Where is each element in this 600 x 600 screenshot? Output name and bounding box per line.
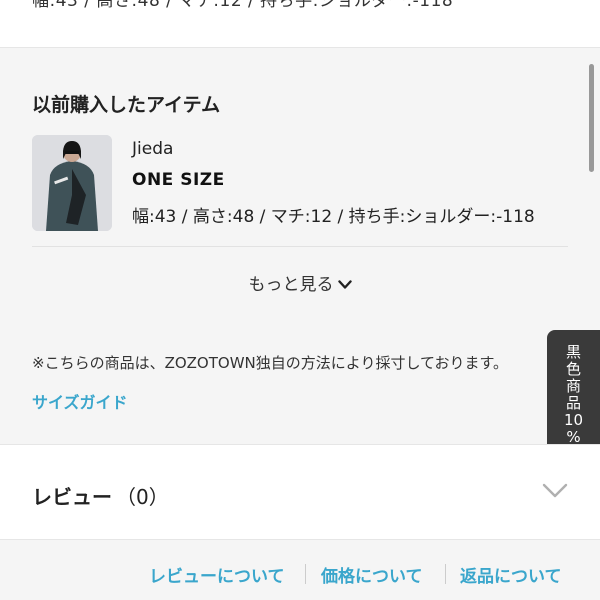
- review-label: レビュー: [32, 485, 112, 509]
- review-section[interactable]: レビュー （0）: [0, 444, 600, 540]
- previous-size-row: 幅:43 / 高さ:48 / マチ:12 / 持ち手:ショルダー:-118: [0, 0, 600, 48]
- show-more-button[interactable]: もっと見る: [0, 270, 600, 295]
- divider: [305, 564, 306, 584]
- footer-links: レビューについて 価格について 返品について: [0, 562, 600, 587]
- review-title: レビュー （0）: [32, 481, 169, 510]
- badge-char: 10: [563, 411, 584, 429]
- item-dimensions: 幅:43 / 高さ:48 / マチ:12 / 持ち手:ショルダー:-118: [132, 207, 535, 227]
- review-info-link[interactable]: レビューについて: [149, 562, 285, 587]
- return-info-link[interactable]: 返品について: [460, 562, 562, 587]
- size-guide-link[interactable]: サイズガイド: [32, 389, 128, 413]
- badge-char: 黒: [565, 343, 581, 361]
- chevron-down-icon: [337, 275, 352, 295]
- item-size: ONE SIZE: [132, 170, 225, 190]
- measurement-note: ※こちらの商品は、ZOZOTOWN独自の方法により採寸しております。: [32, 354, 509, 372]
- badge-char: 色: [565, 360, 581, 378]
- item-brand: Jieda: [132, 139, 174, 159]
- purchased-item[interactable]: Jieda ONE SIZE 幅:43 / 高さ:48 / マチ:12 / 持ち…: [32, 135, 568, 247]
- section-title: 以前購入したアイテム: [32, 94, 221, 116]
- product-thumbnail[interactable]: [32, 135, 112, 231]
- product-photo-icon: [32, 135, 112, 231]
- previous-dimensions-text: 幅:43 / 高さ:48 / マチ:12 / 持ち手:ショルダー:-118: [32, 0, 454, 11]
- chevron-down-icon[interactable]: [542, 483, 568, 503]
- price-info-link[interactable]: 価格について: [321, 562, 423, 587]
- show-more-label: もっと見る: [248, 275, 334, 295]
- side-promo-badge[interactable]: 黒 色 商 品 10 %: [547, 330, 600, 458]
- divider: [445, 564, 446, 584]
- badge-char: 商: [565, 377, 581, 395]
- scrollbar[interactable]: [589, 64, 594, 172]
- divider: [32, 246, 568, 247]
- review-count: （0）: [116, 485, 169, 509]
- badge-char: 品: [565, 394, 581, 412]
